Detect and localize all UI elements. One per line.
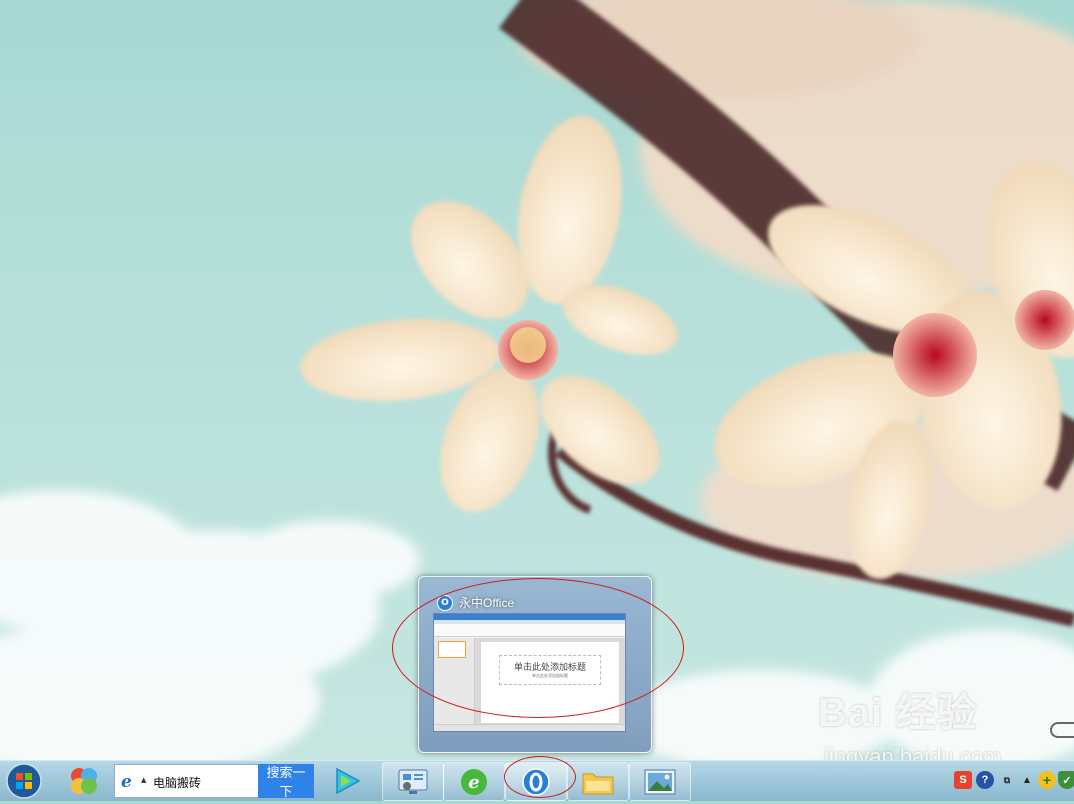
photo-viewer-icon bbox=[644, 769, 676, 794]
snapshot-slide-title: 单击此处添加标题 bbox=[513, 663, 586, 673]
system-tray: S ? ⧉ ▲ + ✓ bbox=[944, 761, 1074, 801]
ie-icon: e bbox=[121, 772, 132, 792]
search-button[interactable]: 搜索一下 bbox=[258, 764, 314, 799]
sogou-input-icon[interactable]: S bbox=[954, 771, 972, 789]
360-icon bbox=[71, 768, 97, 794]
media-player-icon bbox=[336, 767, 361, 795]
snapshot-statusbar bbox=[434, 724, 625, 731]
svg-text:e: e bbox=[468, 772, 479, 793]
dropdown-arrow-icon[interactable]: ▲ bbox=[141, 776, 146, 784]
taskbar-button-photo-viewer[interactable] bbox=[629, 762, 691, 801]
snapshot-ribbon bbox=[434, 624, 625, 637]
file-explorer-icon bbox=[582, 773, 614, 794]
control-panel-icon bbox=[398, 769, 428, 794]
preview-window-snapshot[interactable]: 单击此处添加标题 单击此处添加副标题 bbox=[433, 613, 626, 732]
add-icon[interactable]: + bbox=[1038, 771, 1056, 789]
360-taskbar-icon[interactable] bbox=[62, 763, 106, 799]
baidu-jingyan-watermark: Bai 经验 jingyan.baidu.com bbox=[818, 680, 1028, 770]
snapshot-body: 单击此处添加标题 单击此处添加副标题 bbox=[434, 638, 625, 725]
taskbar-button-360-browser[interactable]: e bbox=[443, 762, 505, 801]
snapshot-slide-thumbnail bbox=[438, 641, 466, 658]
taskbar-button-control-panel[interactable] bbox=[382, 762, 444, 801]
show-desktop-icon[interactable]: ⧉ bbox=[998, 771, 1016, 789]
taskbar: e ▲ 电脑搬砖 搜索一下 e S ? ⧉ ▲ + ✓ bbox=[0, 760, 1074, 801]
yozo-office-icon bbox=[522, 767, 550, 796]
edge-handle[interactable] bbox=[1050, 722, 1074, 738]
search-query: 电脑搬砖 bbox=[153, 776, 202, 790]
watermark-logo: Bai 经验 bbox=[818, 691, 978, 735]
snapshot-slide: 单击此处添加标题 单击此处添加副标题 bbox=[481, 642, 619, 723]
taskbar-button-yozo-office[interactable] bbox=[505, 762, 567, 801]
security-shield-icon[interactable]: ✓ bbox=[1058, 771, 1074, 789]
search-input[interactable]: e ▲ 电脑搬砖 bbox=[114, 764, 260, 798]
snapshot-slide-pane bbox=[434, 638, 475, 725]
media-player-taskbar-icon[interactable] bbox=[324, 763, 368, 799]
preview-header: O 永中Office bbox=[437, 594, 514, 611]
360-browser-icon: e bbox=[461, 768, 487, 795]
help-icon[interactable]: ? bbox=[976, 771, 994, 789]
yozo-office-icon: O bbox=[437, 594, 453, 611]
start-button[interactable] bbox=[4, 762, 44, 800]
taskbar-thumbnail-preview[interactable]: O 永中Office 单击此处添加标题 单击此处添加副标题 bbox=[418, 576, 652, 753]
windows-start-icon bbox=[6, 763, 42, 799]
taskbar-button-file-explorer[interactable] bbox=[567, 762, 629, 801]
snapshot-slide-subtitle: 单击此处添加副标题 bbox=[532, 673, 568, 678]
preview-app-title: 永中Office bbox=[459, 596, 515, 610]
up-arrow-icon[interactable]: ▲ bbox=[1018, 771, 1036, 789]
snapshot-canvas: 单击此处添加标题 单击此处添加副标题 bbox=[475, 638, 625, 725]
